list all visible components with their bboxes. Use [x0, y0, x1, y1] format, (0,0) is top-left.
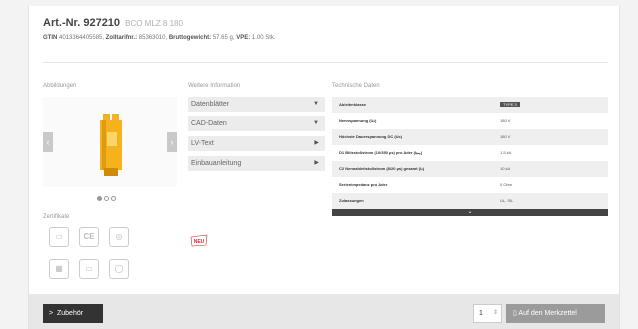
- tech-row: Zulassungen UL, SIL: [332, 193, 608, 209]
- tech-label: Technische Daten: [332, 83, 380, 89]
- article-number: Art.-Nr. 927210: [43, 17, 121, 29]
- new-badge-text: NEU: [194, 239, 205, 245]
- brutto-label: Bruttogewicht:: [168, 35, 212, 41]
- info-item-cad[interactable]: CAD-Daten ▼: [188, 116, 325, 131]
- gallery-prev-button[interactable]: ‹: [43, 132, 53, 152]
- chevron-right-icon: ▶: [314, 160, 319, 166]
- new-badge: NEU: [190, 234, 208, 247]
- clipboard-icon: ▯: [513, 310, 517, 317]
- gallery-label: Abbildungen: [43, 83, 77, 89]
- merkzettel-label: Auf den Merkzettel: [518, 310, 577, 317]
- product-card: Art.-Nr. 927210 BCO MLZ 8 180 GTIN 40133…: [28, 6, 620, 329]
- article-meta: GTIN 4013364405585, Zolltarifnr.: 853630…: [43, 35, 276, 41]
- chevron-down-icon: ▼: [313, 101, 319, 107]
- tech-key: Ableiterklasse: [339, 102, 367, 107]
- zolltarif-value: 85363010: [138, 35, 166, 41]
- tech-row: D1 Blitzstoßstrom (10/350 µs) pro Ader (…: [332, 145, 608, 161]
- info-item-label: LV-Text: [191, 140, 214, 147]
- brutto-value: 57.65 g: [212, 35, 233, 41]
- qr-icon: ▦: [49, 259, 69, 279]
- vpe-label: VPE:: [236, 35, 251, 41]
- ul-listed-icon: ◯: [109, 259, 129, 279]
- tech-value: 180 V: [500, 118, 511, 123]
- spinner-icon[interactable]: ⇕: [493, 305, 498, 322]
- product-image: [100, 114, 122, 176]
- gtin-label: GTIN: [43, 35, 58, 41]
- gallery-dot[interactable]: [97, 196, 102, 201]
- tech-key: Nennspannung (Uₙ): [339, 118, 377, 123]
- certificates-label: Zertifikate: [43, 214, 70, 220]
- info-item-lv-text[interactable]: LV-Text ▶: [188, 136, 325, 151]
- gallery-next-button[interactable]: ›: [167, 132, 177, 152]
- tech-value: 1.5 kA: [500, 150, 512, 155]
- zubehoer-label: Zubehör: [56, 310, 84, 317]
- tech-table: Ableiterklasse TYPE 3 Nennspannung (Uₙ) 18…: [332, 97, 608, 216]
- info-item-label: Datenblätter: [191, 101, 230, 108]
- tech-key: C2 Nennableitstoßstrom (8/20 µs) gesamt …: [339, 166, 425, 171]
- tech-key: Serienimpedanz pro Ader: [339, 182, 388, 187]
- info-item-label: CAD-Daten: [191, 120, 227, 127]
- info-label: Weitere Information: [188, 83, 241, 89]
- article-subtitle: BCO MLZ 8 180: [125, 19, 183, 28]
- quantity-value: 1: [479, 310, 483, 317]
- info-item-einbau[interactable]: Einbauanleitung ▶: [188, 156, 325, 171]
- tech-row: Höchste Dauerspannung DC (Uᴄ) 180 V: [332, 129, 608, 145]
- image-gallery: ‹ ›: [43, 97, 177, 187]
- info-item-label: Einbauanleitung: [191, 160, 242, 167]
- gallery-dot[interactable]: [104, 196, 109, 201]
- tech-row: Serienimpedanz pro Ader 0 Ohm: [332, 177, 608, 193]
- ul-icon: ◎: [109, 227, 129, 247]
- tech-value: TYPE 3: [500, 97, 520, 113]
- chevron-down-icon: ▼: [313, 120, 319, 126]
- add-to-wishlist-button[interactable]: ▯ Auf den Merkzettel: [506, 304, 605, 323]
- chevron-right-icon: ▶: [314, 140, 319, 146]
- tech-value: 180 V: [500, 134, 511, 139]
- tech-key: Zulassungen: [339, 198, 364, 203]
- chevron-right-icon: >: [49, 310, 54, 317]
- gtin-value: 4013364405585: [59, 35, 103, 41]
- tech-row: Ableiterklasse TYPE 3: [332, 97, 608, 113]
- vpe-value: 1.00 Stk.: [251, 35, 276, 41]
- bottom-bar: > Zubehör 1 ⇕ ▯ Auf den Merkzettel: [29, 294, 619, 329]
- ce-icon: CE: [79, 227, 99, 247]
- tech-value: 0 Ohm: [500, 182, 513, 187]
- zolltarif-label: Zolltarifnr.:: [105, 35, 138, 41]
- tech-key: Höchste Dauerspannung DC (Uᴄ): [339, 134, 403, 139]
- doc-icon: ▭: [79, 259, 99, 279]
- gallery-dot[interactable]: [111, 196, 116, 201]
- tech-value: 10 kA: [500, 166, 511, 171]
- cert-doc-icon: ▭: [49, 227, 69, 247]
- zubehoer-button[interactable]: > Zubehör: [43, 304, 103, 323]
- type-badge: TYPE 3: [500, 102, 520, 108]
- tech-row: C2 Nennableitstoßstrom (8/20 µs) gesamt …: [332, 161, 608, 177]
- tech-key: D1 Blitzstoßstrom (10/350 µs) pro Ader (…: [339, 150, 423, 155]
- quantity-stepper[interactable]: 1 ⇕: [473, 304, 502, 323]
- info-item-datenblaetter[interactable]: Datenblätter ▼: [188, 97, 325, 112]
- article-title: Art.-Nr. 927210 BCO MLZ 8 180: [43, 17, 183, 29]
- tech-value: UL, SIL: [500, 198, 514, 203]
- expand-tech-button[interactable]: ⌄: [332, 209, 608, 216]
- tech-row: Nennspannung (Uₙ) 180 V: [332, 113, 608, 129]
- divider: [43, 62, 608, 63]
- gallery-dots: [97, 196, 116, 201]
